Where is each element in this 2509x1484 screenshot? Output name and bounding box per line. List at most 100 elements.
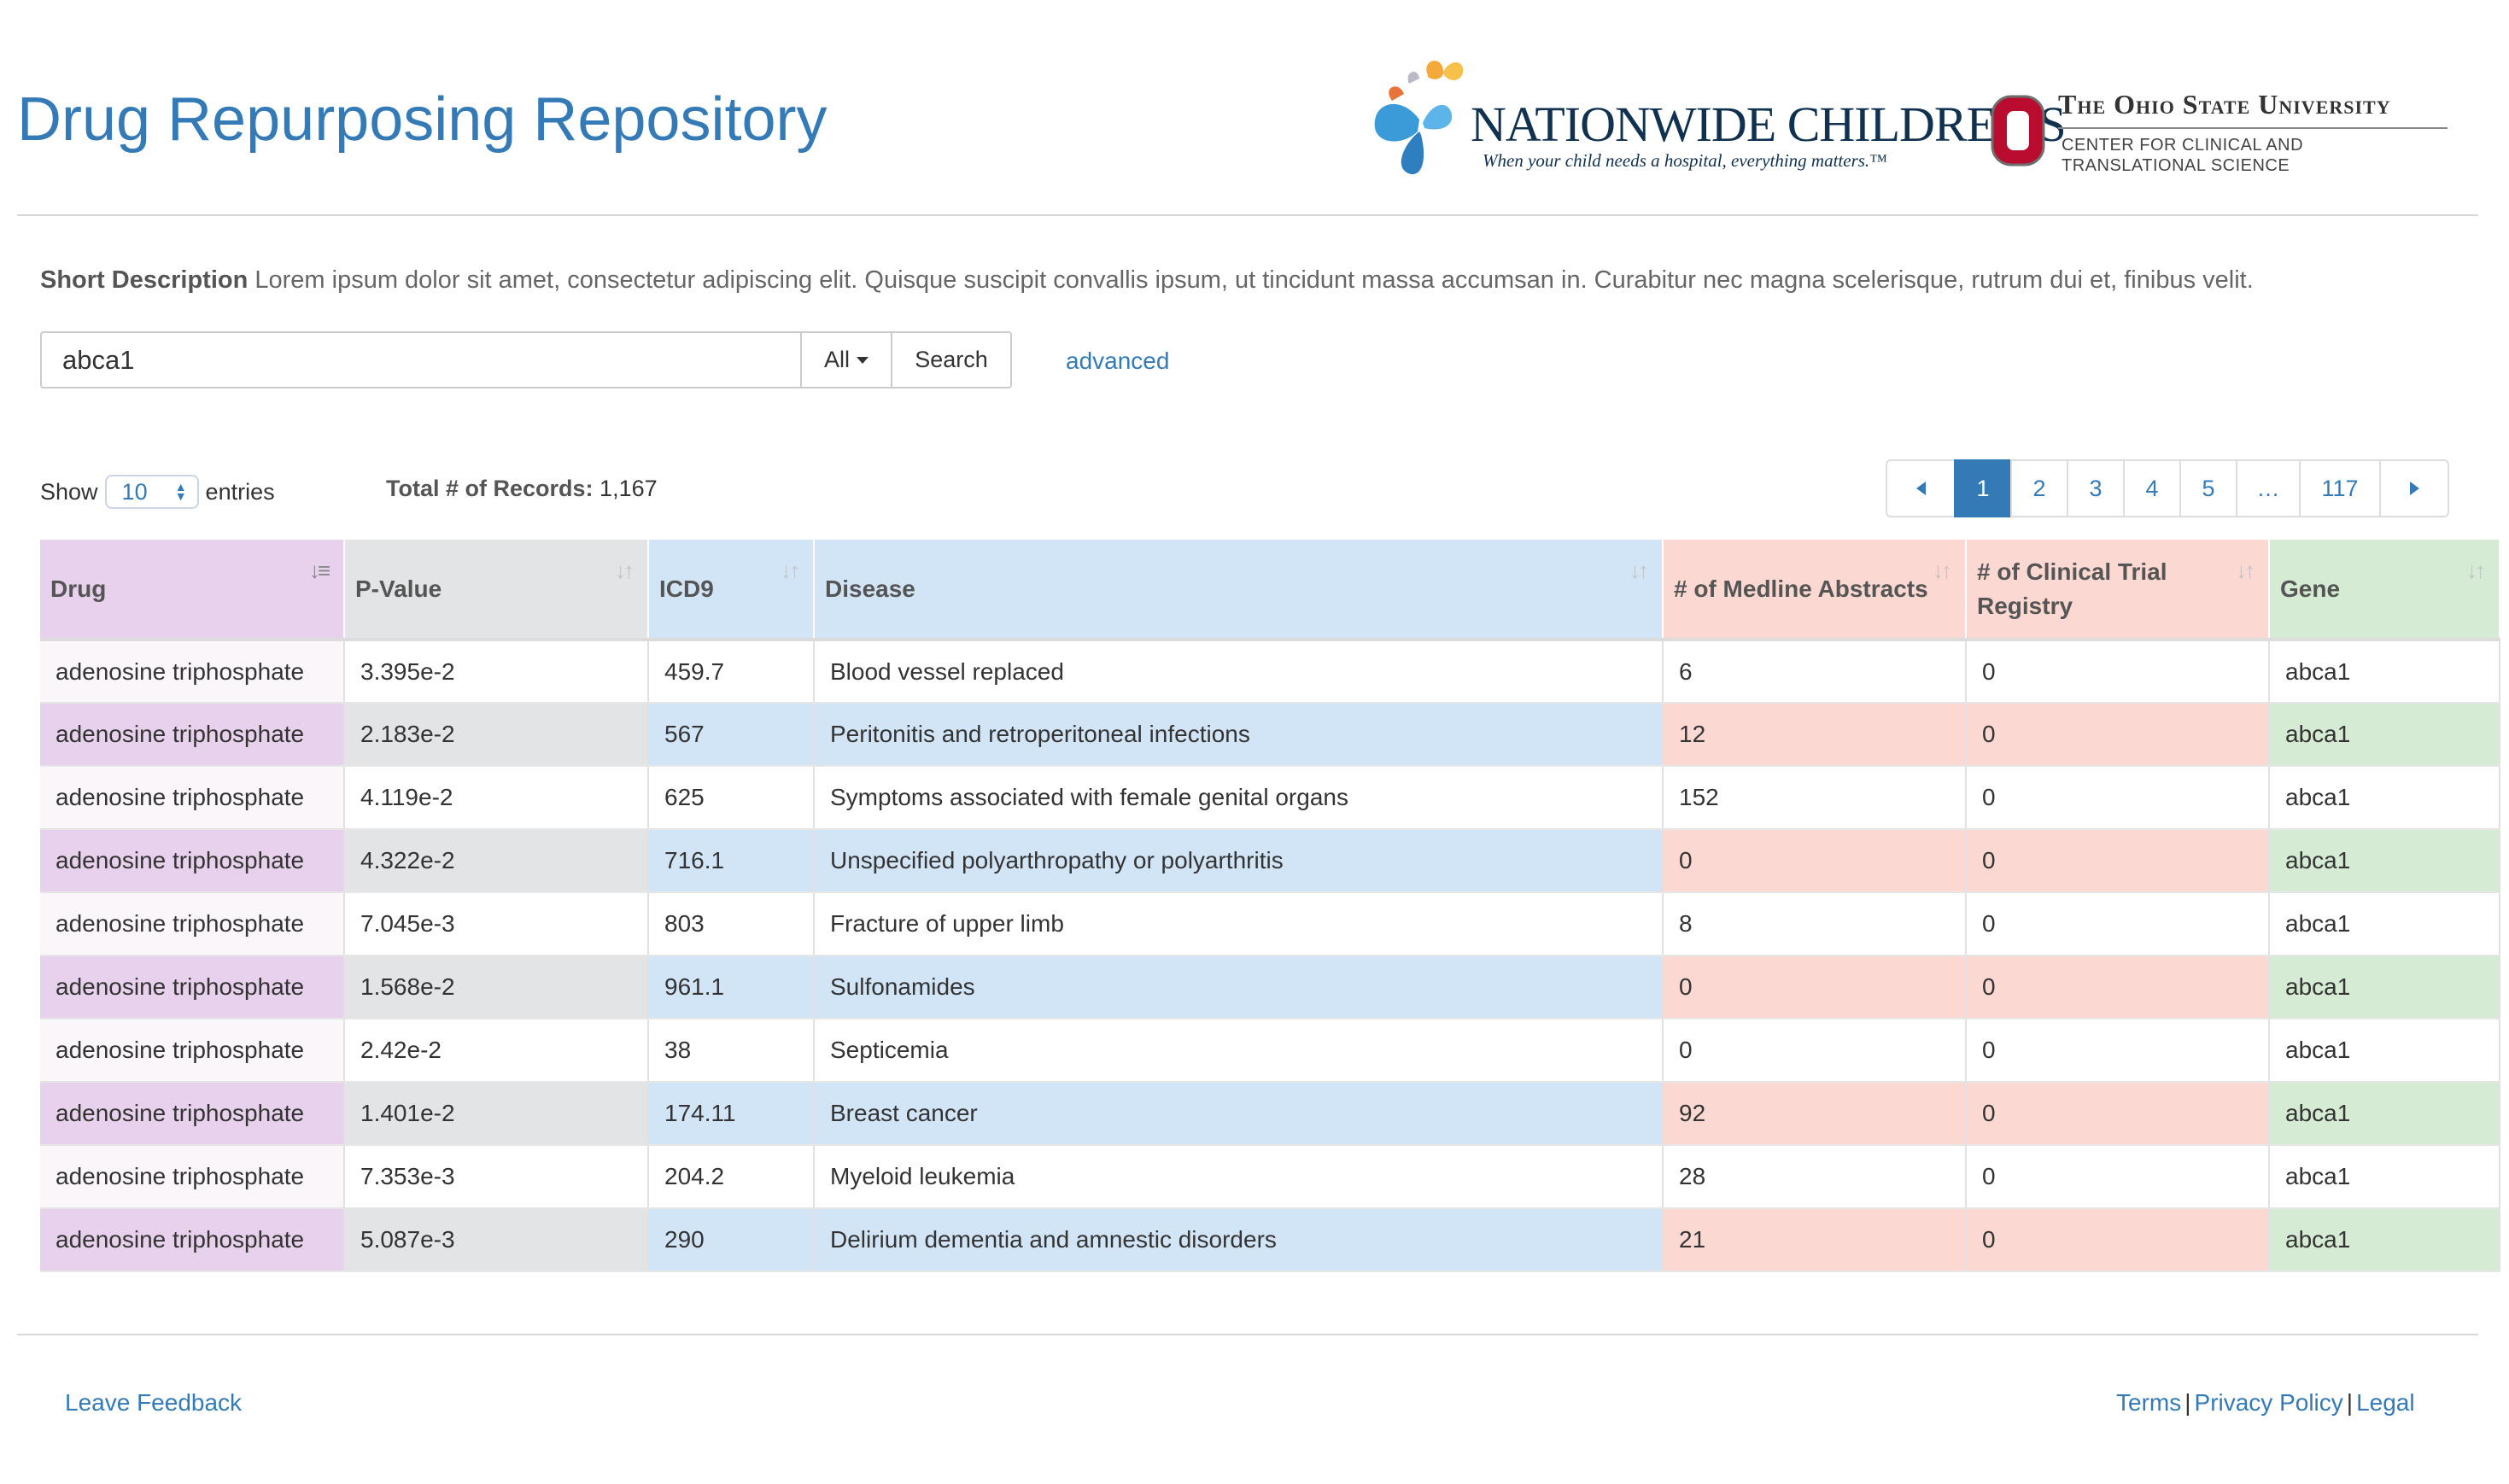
cell-gene: abca1 bbox=[2269, 703, 2500, 767]
column-header-label: Gene bbox=[2280, 575, 2341, 602]
sort-icon: ↓↑ bbox=[2236, 558, 2255, 583]
cell-pvalue: 2.183e-2 bbox=[344, 703, 649, 767]
column-header-disease[interactable]: Disease ↓↑ bbox=[814, 540, 1664, 641]
next-page-button[interactable] bbox=[2379, 459, 2449, 517]
search-scope-dropdown[interactable]: All bbox=[800, 331, 892, 389]
table-header-row: Drug ↓≡ P-Value ↓↑ ICD9 ↓↑ Disease ↓↑ # … bbox=[40, 540, 2500, 641]
cell-gene: abca1 bbox=[2269, 640, 2500, 704]
total-records: Total # of Records: 1,167 bbox=[386, 476, 658, 502]
previous-page-button[interactable] bbox=[1886, 459, 1956, 517]
leave-feedback-link[interactable]: Leave Feedback bbox=[65, 1389, 242, 1417]
search-button[interactable]: Search bbox=[892, 331, 1012, 389]
cell-disease: Blood vessel replaced bbox=[814, 640, 1664, 704]
cell-clinical-trial-registry: 0 bbox=[1966, 955, 2270, 1020]
search-input[interactable] bbox=[40, 331, 800, 389]
cell-pvalue: 1.568e-2 bbox=[344, 955, 649, 1020]
show-label: Show bbox=[40, 478, 98, 505]
legal-link[interactable]: Legal bbox=[2356, 1389, 2415, 1416]
table-row[interactable]: adenosine triphosphate 7.353e-3 204.2 My… bbox=[40, 1145, 2500, 1209]
page-3-button[interactable]: 3 bbox=[2067, 459, 2125, 517]
cell-drug: adenosine triphosphate bbox=[40, 1082, 345, 1146]
table-row[interactable]: adenosine triphosphate 3.395e-2 459.7 Bl… bbox=[40, 640, 2500, 704]
short-description-text: Lorem ipsum dolor sit amet, consectetur … bbox=[254, 266, 2254, 294]
sort-icon: ↓↑ bbox=[781, 558, 800, 583]
table-row[interactable]: adenosine triphosphate 1.568e-2 961.1 Su… bbox=[40, 955, 2500, 1020]
butterfly-icon bbox=[1374, 61, 1464, 175]
cell-medline-abstracts: 92 bbox=[1663, 1082, 1967, 1146]
page-117-button[interactable]: 117 bbox=[2299, 459, 2381, 517]
cell-drug: adenosine triphosphate bbox=[40, 829, 345, 893]
page-5-button[interactable]: 5 bbox=[2179, 459, 2237, 517]
footer-separator: | bbox=[2346, 1389, 2354, 1416]
column-header-drug[interactable]: Drug ↓≡ bbox=[40, 540, 345, 641]
sort-icon: ↓↑ bbox=[615, 558, 635, 583]
cell-gene: abca1 bbox=[2269, 1208, 2500, 1272]
page-length-value: 10 bbox=[121, 478, 148, 505]
cell-clinical-trial-registry: 0 bbox=[1966, 766, 2270, 830]
sort-icon: ↓↑ bbox=[1933, 558, 1952, 583]
table-row[interactable]: adenosine triphosphate 4.119e-2 625 Symp… bbox=[40, 766, 2500, 830]
cell-clinical-trial-registry: 0 bbox=[1966, 1145, 2270, 1209]
cell-clinical-trial-registry: 0 bbox=[1966, 1082, 2270, 1146]
cell-disease: Fracture of upper limb bbox=[814, 892, 1664, 956]
table-row[interactable]: adenosine triphosphate 2.42e-2 38 Septic… bbox=[40, 1019, 2500, 1083]
app-title: Drug Repurposing Repository bbox=[17, 85, 828, 154]
cell-disease: Symptoms associated with female genital … bbox=[814, 766, 1664, 830]
cell-pvalue: 5.087e-3 bbox=[344, 1208, 649, 1272]
footer-divider bbox=[17, 1334, 2478, 1335]
table-row[interactable]: adenosine triphosphate 4.322e-2 716.1 Un… bbox=[40, 829, 2500, 893]
table-row[interactable]: adenosine triphosphate 5.087e-3 290 Deli… bbox=[40, 1208, 2500, 1272]
column-header-label: # of Clinical Trial Registry bbox=[1977, 558, 2167, 619]
cell-icd9: 567 bbox=[648, 703, 815, 767]
entries-label: entries bbox=[205, 478, 275, 505]
cell-gene: abca1 bbox=[2269, 955, 2500, 1020]
cell-gene: abca1 bbox=[2269, 892, 2500, 956]
total-records-label: Total # of Records: bbox=[386, 476, 594, 501]
cell-clinical-trial-registry: 0 bbox=[1966, 892, 2270, 956]
footer-links: Terms | Privacy Policy | Legal bbox=[2116, 1389, 2415, 1417]
cell-disease: Breast cancer bbox=[814, 1082, 1664, 1146]
page-length-select[interactable]: 10 ▲ ▼ bbox=[104, 475, 199, 509]
cell-drug: adenosine triphosphate bbox=[40, 1208, 345, 1272]
column-header-clinical-trial-registry[interactable]: # of Clinical Trial Registry ↓↑ bbox=[1966, 540, 2270, 641]
cell-icd9: 459.7 bbox=[648, 640, 815, 704]
page-2-button[interactable]: 2 bbox=[2010, 459, 2068, 517]
cell-pvalue: 1.401e-2 bbox=[344, 1082, 649, 1146]
short-description-label: Short Description bbox=[40, 266, 249, 294]
page-4-button[interactable]: 4 bbox=[2123, 459, 2181, 517]
column-header-label: P-Value bbox=[355, 575, 442, 602]
cell-gene: abca1 bbox=[2269, 1145, 2500, 1209]
short-description: Short Description Lorem ipsum dolor sit … bbox=[40, 266, 2254, 295]
column-header-icd9[interactable]: ICD9 ↓↑ bbox=[648, 540, 815, 641]
sort-icon: ↓↑ bbox=[2466, 558, 2486, 583]
table-row[interactable]: adenosine triphosphate 1.401e-2 174.11 B… bbox=[40, 1082, 2500, 1146]
column-header-gene[interactable]: Gene ↓↑ bbox=[2269, 540, 2500, 641]
cell-icd9: 38 bbox=[648, 1019, 815, 1083]
cell-disease: Myeloid leukemia bbox=[814, 1145, 1664, 1209]
caret-down-icon bbox=[857, 356, 868, 364]
nationwide-childrens-logo[interactable]: NATIONWIDE CHILDREN'S When your child ne… bbox=[1366, 50, 2067, 178]
cell-gene: abca1 bbox=[2269, 1019, 2500, 1083]
cell-icd9: 961.1 bbox=[648, 955, 815, 1020]
terms-link[interactable]: Terms bbox=[2116, 1389, 2181, 1416]
cell-disease: Peritonitis and retroperitoneal infectio… bbox=[814, 703, 1664, 767]
cell-disease: Delirium dementia and amnestic disorders bbox=[814, 1208, 1664, 1272]
advanced-search-link[interactable]: advanced bbox=[1066, 348, 1169, 375]
nationwide-logo-tagline: When your child needs a hospital, everyt… bbox=[1483, 150, 1887, 171]
privacy-policy-link[interactable]: Privacy Policy bbox=[2195, 1389, 2343, 1416]
column-header-pvalue[interactable]: P-Value ↓↑ bbox=[344, 540, 649, 641]
osu-ccts-logo[interactable]: The Ohio State University CENTER FOR CLI… bbox=[1990, 89, 2451, 183]
cell-clinical-trial-registry: 0 bbox=[1966, 1019, 2270, 1083]
column-header-label: Drug bbox=[50, 575, 107, 602]
results-table: Drug ↓≡ P-Value ↓↑ ICD9 ↓↑ Disease ↓↑ # … bbox=[40, 540, 2500, 1272]
cell-pvalue: 4.119e-2 bbox=[344, 766, 649, 830]
cell-drug: adenosine triphosphate bbox=[40, 1019, 345, 1083]
cell-disease: Septicemia bbox=[814, 1019, 1664, 1083]
arrow-right-icon bbox=[2409, 482, 2419, 495]
table-row[interactable]: adenosine triphosphate 2.183e-2 567 Peri… bbox=[40, 703, 2500, 767]
cell-drug: adenosine triphosphate bbox=[40, 1145, 345, 1209]
table-row[interactable]: adenosine triphosphate 7.045e-3 803 Frac… bbox=[40, 892, 2500, 956]
page-1-button[interactable]: 1 bbox=[1954, 459, 2012, 517]
cell-pvalue: 7.045e-3 bbox=[344, 892, 649, 956]
column-header-medline-abstracts[interactable]: # of Medline Abstracts ↓↑ bbox=[1663, 540, 1967, 641]
